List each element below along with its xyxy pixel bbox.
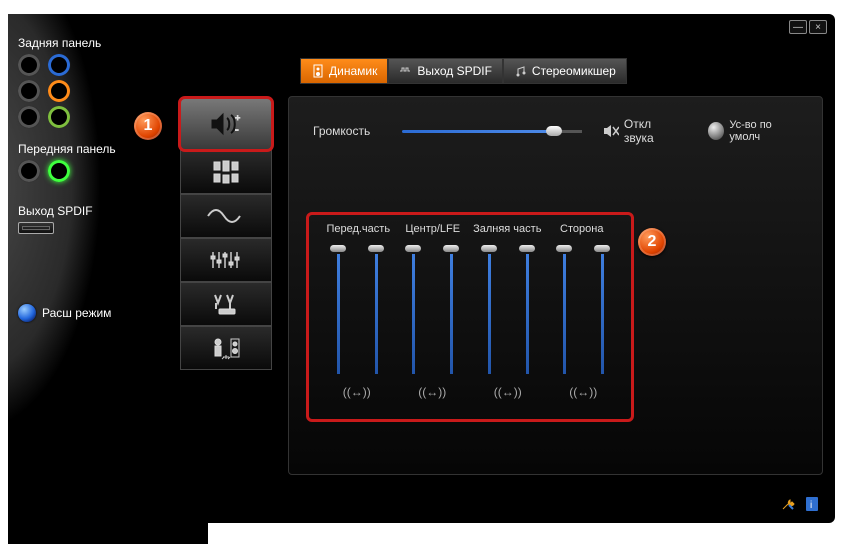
jack-rear-2a[interactable] [18,80,40,102]
channel-slider-front-l[interactable] [330,245,346,375]
annotation-badge-2: 2 [638,228,666,256]
spdif-tab-icon [399,64,413,78]
default-device-label: Ус-во по умолч [729,119,798,143]
sine-icon [206,204,246,228]
tab-label: Динамик [329,64,377,78]
tool-speaker-config[interactable] [180,150,272,194]
volume-icon: +- [209,111,243,137]
tab-spdif[interactable]: Выход SPDIF [388,58,503,84]
mute-label: Откл звука [624,117,678,145]
channel-slider-side-r[interactable] [594,245,610,375]
svg-text:-: - [235,124,239,136]
app-window: — × Задняя панель Передняя панель Выход … [8,14,835,523]
tools-icon [780,496,796,512]
titlebar: — × [789,20,827,34]
jack-rear-1b[interactable] [48,54,70,76]
jack-rear-3b[interactable] [48,106,70,128]
channel-slider-center[interactable] [405,245,421,375]
link-side[interactable]: ((↔)) [558,385,608,399]
tab-speaker[interactable]: Динамик [300,58,388,84]
tool-room[interactable] [180,326,272,370]
jack-front-a[interactable] [18,160,40,182]
volume-thumb[interactable] [546,126,562,136]
mixer-headers: Перед.часть Центр/LFE Залняя часть Сторо… [319,223,621,245]
tool-equalizer[interactable] [180,238,272,282]
channel-slider-side-l[interactable] [556,245,572,375]
annotation-badge-1: 1 [134,112,162,140]
tool-volume[interactable]: +- [180,98,272,150]
tool-strip: +- [180,98,272,370]
svg-text:+: + [235,113,240,123]
info-button[interactable]: i [803,495,821,513]
channel-slider-rear-l[interactable] [481,245,497,375]
mixer-header: Перед.часть [321,223,396,235]
tab-label: Выход SPDIF [417,64,492,78]
volume-row: Громкость Откл звука Ус-во по умолч [313,117,798,145]
info-icon: i [805,496,819,512]
volume-label: Громкость [313,124,384,138]
front-panel-label: Передняя панель [18,142,166,156]
left-panel: Задняя панель Передняя панель Выход SPDI… [8,14,176,523]
tab-stereomix[interactable]: Стереомикшер [503,58,627,84]
mixer-header: Центр/LFE [396,223,471,235]
speaker-tab-icon [311,64,325,78]
default-device-button[interactable]: Ус-во по умолч [708,119,798,143]
rear-panel-label: Задняя панель [18,36,166,50]
mute-icon [603,124,619,138]
spdif-label: Выход SPDIF [18,204,166,218]
tabs: Динамик Выход SPDIF Стереомикшер [300,58,627,84]
svg-text:i: i [810,500,812,511]
jack-rear-1a[interactable] [18,54,40,76]
spdif-port[interactable] [18,222,54,234]
jack-rear-3a[interactable] [18,106,40,128]
link-center[interactable]: ((↔)) [407,385,457,399]
channel-slider-front-r[interactable] [368,245,384,375]
mute-button[interactable]: Откл звука [603,117,679,145]
environment-icon [209,291,243,317]
channel-mixer: Перед.часть Центр/LFE Залняя часть Сторо… [306,212,634,422]
minimize-button[interactable]: — [789,20,807,34]
volume-slider[interactable] [402,124,565,138]
link-front[interactable]: ((↔)) [332,385,382,399]
slider-row [319,245,621,375]
tab-label: Стереомикшер [532,64,616,78]
device-orb-icon [708,122,724,140]
mixer-header: Залняя часть [470,223,545,235]
jack-front-b[interactable] [48,160,70,182]
link-rear[interactable]: ((↔)) [483,385,533,399]
tool-environment[interactable] [180,282,272,326]
mixer-header: Сторона [545,223,620,235]
tool-sound-effect[interactable] [180,194,272,238]
mode-orb-icon [18,304,36,322]
stereomix-tab-icon [514,64,528,78]
speaker-config-icon [211,159,241,185]
advanced-mode-button[interactable]: Расш режим [18,304,166,322]
jack-rear-2b[interactable] [48,80,70,102]
close-button[interactable]: × [809,20,827,34]
mode-label: Расш режим [42,306,111,320]
link-row: ((↔)) ((↔)) ((↔)) ((↔)) [319,385,621,399]
tools-button[interactable] [779,495,797,513]
channel-slider-rear-r[interactable] [519,245,535,375]
footer-icons: i [779,495,821,513]
equalizer-icon [210,250,242,270]
room-icon [209,335,243,361]
channel-slider-lfe[interactable] [443,245,459,375]
